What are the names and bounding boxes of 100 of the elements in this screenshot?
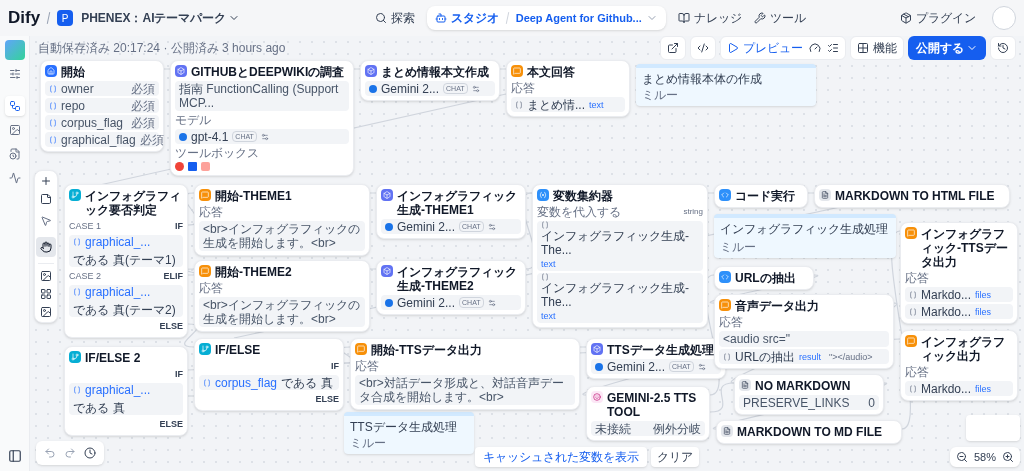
note-author: ミルー [350,436,387,450]
add-node-icon[interactable] [40,175,52,187]
grid-icon[interactable] [40,288,52,300]
gauge-icon[interactable] [809,42,821,54]
nav-tab[interactable]: 探索 [374,9,415,27]
port-label: ELSE [315,393,339,406]
field-label: PRESERVE_LINKS [743,395,850,410]
undo-icon[interactable] [44,447,56,459]
node-title: まとめ情報本文作成 [381,65,489,79]
settings-icon[interactable] [487,222,496,231]
workflow-node[interactable]: コード実行 [714,184,808,208]
document-icon [739,379,751,391]
note-author: ミルー [720,240,757,254]
app-selector[interactable]: Deep Agent for Github... [515,9,658,27]
response-text: <audio src=" [719,331,889,347]
note-title: インフォグラフィック生成処理 [720,222,889,236]
model-logo-icon [595,362,603,371]
required-label: 必須 [139,132,164,147]
redo-icon[interactable] [64,447,76,459]
note-card[interactable]: TTSデータ生成処理 ミルー [344,412,474,454]
publish-button[interactable]: 公開する [908,36,986,60]
workflow-node[interactable]: 開始-TTSデータ出力 応答 <br>対話データ形成と、対話音声データ合成を開始します。<br> [350,338,580,410]
workspace-selector[interactable]: PHENEX：AIテーマパーク [81,9,241,27]
chat-bubble-icon [199,265,211,277]
node-title: 変数集約器 [553,189,613,203]
workflow-node[interactable]: 本文回答 応答 まとめ情... text [506,60,630,117]
zoom-in-icon[interactable] [1002,451,1014,463]
code-button[interactable] [690,36,716,60]
section-label: ツールボックス [175,146,259,160]
plugins-button[interactable]: プラグイン [900,9,976,27]
variable-name: corpus_flag [61,115,125,130]
section-label: 変数を代入する [537,205,621,219]
nav-tab[interactable]: ナレッジ [677,9,742,27]
logo[interactable]: Dify [8,5,41,31]
variable-name: owner [61,81,95,96]
node-title: 開始-TTSデータ出力 [371,343,482,357]
note-card[interactable]: インフォグラフィック生成処理 ミルー [714,214,896,258]
hand-icon[interactable] [36,237,56,257]
workflow-node[interactable]: URLの抽出 [714,266,814,290]
features-button[interactable]: 機能 [850,36,904,60]
image-icon[interactable] [40,306,52,318]
workflow-node[interactable]: GEMINI-2.5 TTS TOOL 未接続 例外分岐 [586,386,710,441]
workflow-node[interactable]: 開始-THEME1 応答 <br>インフォグラフィックの生成を開始します。<br> [194,184,370,256]
workflow-node[interactable]: 開始 owner 必須 repo 必須 corpus_flag 必須 graphical_flag 必須 [40,60,164,152]
section-label: 応答 [719,315,743,329]
history-icon[interactable] [84,447,96,459]
model-name: Gemini 2... [397,219,456,234]
node-title: NO MARKDOWN [755,379,851,393]
braces-icon [203,378,211,387]
variable-reference: インフォグラフィック生成-The... [541,229,690,257]
cache-variables-button[interactable]: キャッシュされた変数を表示 [475,447,647,467]
settings-icon[interactable] [260,132,269,141]
required-label: 必須 [131,115,155,130]
workflow-icon[interactable] [4,96,25,116]
node-title: コード実行 [735,189,795,203]
case-label: CASE 2 [69,270,101,283]
type-label: text [589,98,604,112]
settings-icon[interactable] [471,84,480,93]
checklist-icon[interactable] [827,42,839,54]
history-button[interactable] [990,36,1016,60]
sidebar-toggle-icon[interactable] [7,449,22,463]
workflow-node[interactable]: インフォグラフィック要否判定 CASE 1 IF graphical_... である 真(テーマ1) CASE 2 ELIF graphical_... である 真(テーマ2) ELSE [64,184,188,338]
required-label: 必須 [131,98,155,113]
note-icon[interactable] [40,193,52,205]
braces-icon [541,221,549,229]
workflow-node[interactable]: 変数集約器 変数を代入する string インフォグラフィック生成-The... text インフォグラフィック生成-The... text [532,184,708,328]
settings-icon[interactable] [487,298,496,307]
model-logo-icon [369,84,377,93]
workflow-node[interactable]: インフォグラフィック-TTSデータ出力 応答 Markdo... files Markdo... files [900,222,1018,324]
sliders-icon[interactable] [8,68,21,80]
node-title: 開始 [61,65,85,79]
play-icon [727,42,739,54]
workflow-node[interactable]: 音声データ出力 応答 <audio src=" URLの抽出 result "></audio> [714,294,894,369]
note-card[interactable]: まとめ情報本体の作成 ミルー [636,64,816,106]
response-text: <br>対話データ形成と、対話音声データ合成を開始します。<br> [355,375,575,405]
save-status: 自動保存済み 20:17:24 · 公開済み 3 hours ago [38,40,287,57]
code-icon [697,42,709,54]
field-value: 0 [868,395,875,410]
clear-button[interactable]: クリア [651,447,699,467]
workflow-node[interactable]: インフォグラフィック出力 応答 Markdo... files [900,330,1018,401]
external-link-button[interactable] [660,36,686,60]
workflow-node[interactable]: IF/ELSE 2 IF graphical_... である 真 ELSE [64,346,188,436]
node-title: 本文回答 [527,65,575,79]
workflow-node[interactable]: 開始-THEME2 応答 <br>インフォグラフィックの生成を開始します。<br> [194,260,370,332]
braces-icon [73,386,81,394]
workflow-node[interactable]: MARKDOWN TO MD FILE [716,420,902,444]
nav-tab[interactable]: スタジオ [434,9,499,27]
workflow-node[interactable]: MARKDOWN TO HTML FILE [814,184,1010,208]
nav-tab[interactable]: ツール [753,9,806,27]
section-label: 応答 [905,271,929,285]
workflow-node[interactable]: NO MARKDOWN PRESERVE_LINKS 0 [734,374,884,415]
field-value: 例外分岐 [653,421,701,436]
settings-icon[interactable] [697,362,706,371]
workflow-node[interactable]: IF/ELSE IF corpus_flag である 真 ELSE [194,338,344,411]
preview-button[interactable]: プレビュー [727,39,803,57]
zoom-out-icon[interactable] [955,451,968,463]
workspace-avatar: P [57,10,74,26]
image-icon[interactable] [40,270,52,282]
chat-bubble-icon [719,299,731,311]
variable-name: graphical_flag [61,132,136,147]
